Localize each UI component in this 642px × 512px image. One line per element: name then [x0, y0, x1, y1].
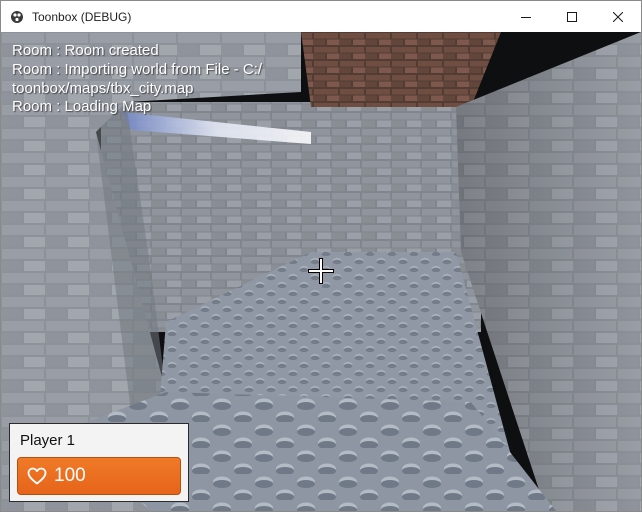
maximize-button[interactable]: [549, 1, 595, 32]
health-value: 100: [54, 465, 86, 486]
title-bar[interactable]: Toonbox (DEBUG): [1, 1, 641, 32]
minimize-button[interactable]: [503, 1, 549, 32]
crosshair-icon: [308, 258, 334, 284]
close-button[interactable]: [595, 1, 641, 32]
player-name: Player 1: [20, 432, 76, 449]
window-title: Toonbox (DEBUG): [32, 9, 132, 24]
console-line: Room : Importing world from File - C:/ t…: [12, 60, 263, 97]
minimize-icon: [521, 16, 531, 18]
maximize-icon: [567, 11, 577, 22]
console-line: Room : Room created: [12, 42, 159, 59]
game-viewport[interactable]: Room : Room created Room : Importing wor…: [1, 32, 641, 511]
console-log: Room : Room created Room : Importing wor…: [12, 42, 262, 117]
game-window: Toonbox (DEBUG) Room: Room created Room…: [0, 0, 642, 512]
health-bar: 100: [17, 457, 181, 495]
heart-icon: [27, 467, 47, 485]
player-status-panel: Player 1 100: [9, 423, 189, 502]
close-icon: [613, 11, 623, 22]
console-line: Room : Loading Map: [12, 98, 152, 116]
app-logo-icon: [10, 10, 24, 24]
